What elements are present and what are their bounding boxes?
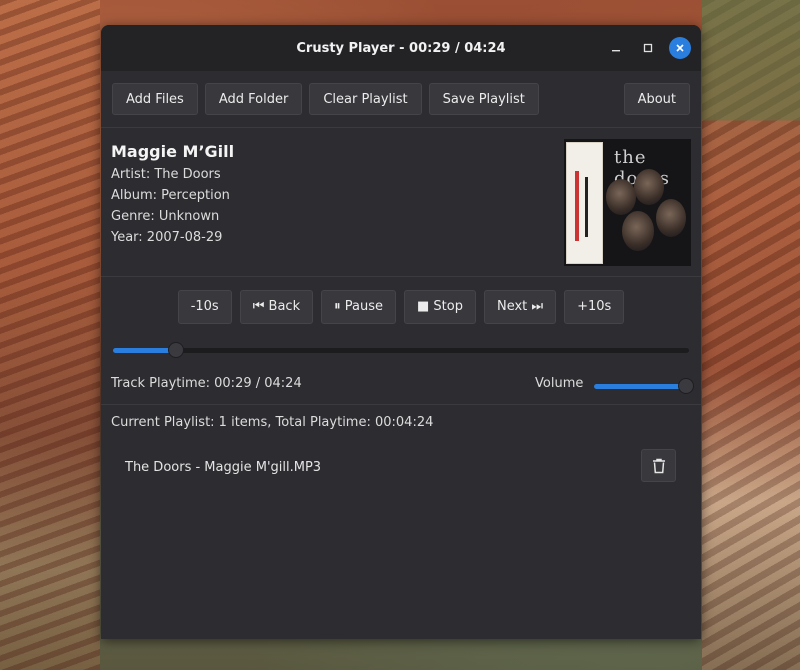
volume-fill xyxy=(594,384,686,389)
toolbar: Add Files Add Folder Clear Playlist Save… xyxy=(101,71,701,128)
pause-button[interactable]: ⏸ Pause xyxy=(321,289,396,324)
titlebar[interactable]: Crusty Player - 00:29 / 04:24 xyxy=(101,25,701,71)
album-text: Album: Perception xyxy=(111,188,230,203)
forward-10s-button[interactable]: +10s xyxy=(564,289,625,324)
track-info: Maggie M’Gill Artist: The Doors Album: P… xyxy=(101,128,701,277)
seek-slider[interactable] xyxy=(101,334,701,364)
volume-label: Volume xyxy=(535,376,584,391)
seek-handle[interactable] xyxy=(168,342,185,358)
about-button[interactable]: About xyxy=(623,83,690,115)
volume-slider[interactable] xyxy=(594,378,694,394)
desktop-wallpaper-left xyxy=(0,0,100,670)
desktop-wallpaper-right xyxy=(702,0,800,670)
year-text: Year: 2007-08-29 xyxy=(111,230,223,245)
close-icon[interactable] xyxy=(669,37,691,59)
status-bar: Track Playtime: 00:29 / 04:24 Volume xyxy=(101,364,701,405)
track-playtime: Track Playtime: 00:29 / 04:24 xyxy=(111,376,302,391)
window-title: Crusty Player - 00:29 / 04:24 xyxy=(296,40,506,56)
song-title: Maggie M’Gill xyxy=(111,142,235,161)
playback-controls: -10s ⏮ Back ⏸ Pause ■ Stop Next ⏭ +10s xyxy=(101,277,701,334)
playlist-summary: Current Playlist: 1 items, Total Playtim… xyxy=(111,415,434,430)
next-button[interactable]: Next ⏭ xyxy=(483,289,557,324)
minimize-icon[interactable] xyxy=(605,37,627,59)
genre-text: Genre: Unknown xyxy=(111,209,220,224)
seek-fill xyxy=(113,348,177,353)
rewind-10s-button[interactable]: -10s xyxy=(177,289,232,324)
volume-handle[interactable] xyxy=(678,378,694,394)
seek-track[interactable] xyxy=(113,342,689,358)
window-controls xyxy=(595,37,691,59)
playlist-item-name: The Doors - Maggie M'gill.MP3 xyxy=(125,460,322,475)
stop-button[interactable]: ■ Stop xyxy=(403,289,476,324)
maximize-icon[interactable] xyxy=(637,37,659,59)
trash-icon[interactable] xyxy=(641,449,676,482)
clear-playlist-button[interactable]: Clear Playlist xyxy=(309,83,422,115)
add-files-button[interactable]: Add Files xyxy=(112,83,198,115)
player-window: Crusty Player - 00:29 / 04:24 Add Files … xyxy=(101,25,701,639)
back-button[interactable]: ⏮ Back xyxy=(239,289,314,324)
add-folder-button[interactable]: Add Folder xyxy=(204,83,303,115)
artist-text: Artist: The Doors xyxy=(111,167,221,182)
album-cover: the doors xyxy=(564,139,691,266)
playlist-item[interactable]: The Doors - Maggie M'gill.MP3 xyxy=(101,445,701,491)
cover-sticker xyxy=(566,142,603,264)
save-playlist-button[interactable]: Save Playlist xyxy=(428,83,539,115)
